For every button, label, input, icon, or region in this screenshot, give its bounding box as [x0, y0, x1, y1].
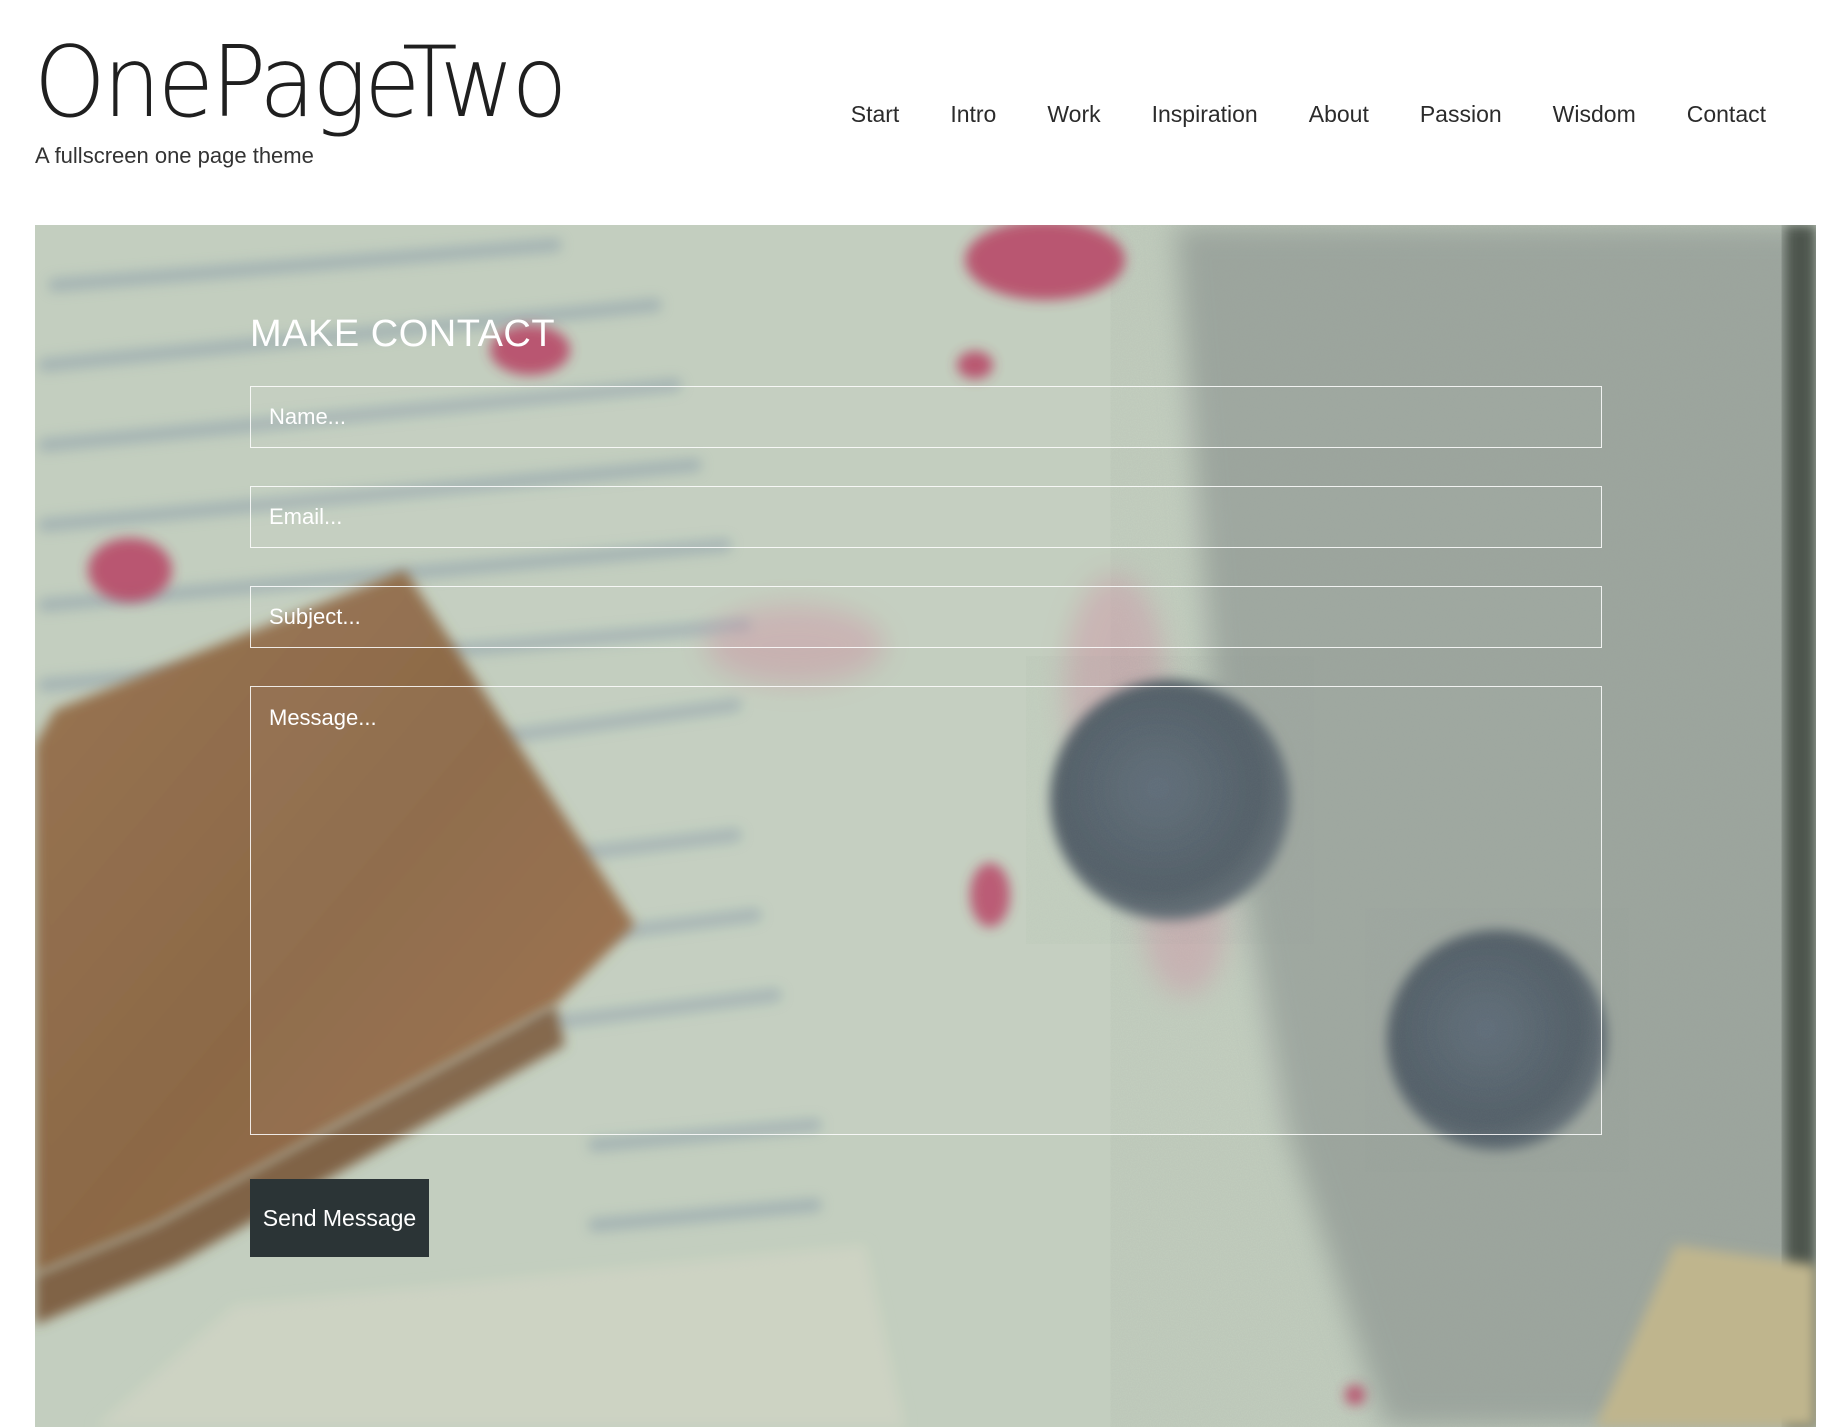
nav-item-wisdom[interactable]: Wisdom: [1553, 101, 1636, 128]
name-input[interactable]: [250, 386, 1602, 448]
nav-item-contact[interactable]: Contact: [1687, 101, 1766, 128]
nav-item-intro[interactable]: Intro: [950, 101, 996, 128]
nav-item-start[interactable]: Start: [851, 101, 900, 128]
nav-item-about[interactable]: About: [1309, 101, 1369, 128]
site-logo[interactable]: OnePageTwo: [34, 34, 567, 132]
subject-input[interactable]: [250, 586, 1602, 648]
contact-form: MAKE CONTACT Send Message: [250, 315, 1602, 1257]
nav-item-inspiration[interactable]: Inspiration: [1152, 101, 1258, 128]
contact-title: MAKE CONTACT: [250, 313, 556, 355]
site-header: OnePageTwo A fullscreen one page theme S…: [0, 0, 1847, 225]
site-tagline: A fullscreen one page theme: [35, 143, 314, 168]
message-textarea[interactable]: [250, 686, 1602, 1135]
nav-item-passion[interactable]: Passion: [1420, 101, 1502, 128]
email-input[interactable]: [250, 486, 1602, 548]
contact-section: MAKE CONTACT Send Message: [35, 225, 1816, 1427]
nav-item-work[interactable]: Work: [1047, 101, 1100, 128]
main-nav: Start Intro Work Inspiration About Passi…: [851, 101, 1766, 128]
send-message-button[interactable]: Send Message: [250, 1179, 429, 1257]
